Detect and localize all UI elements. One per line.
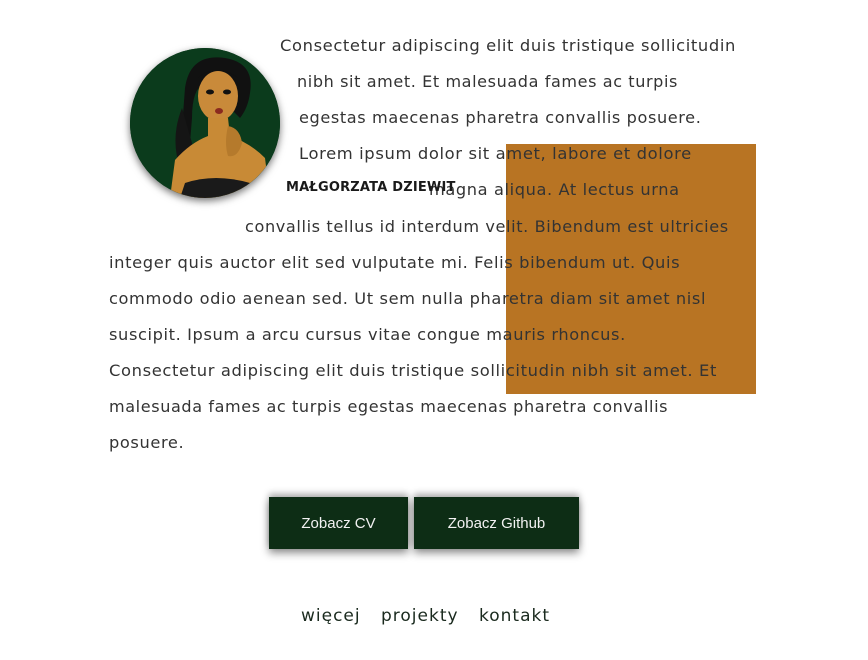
view-github-button[interactable]: Zobacz Github <box>414 497 579 549</box>
portrait-illustration-icon <box>130 48 280 198</box>
nav-link-more[interactable]: więcej <box>301 606 361 626</box>
bio-line-2: nibh sit amet. Et malesuada fames ac tur… <box>297 72 678 91</box>
author-name: Małgorzata Dziewit <box>286 180 456 195</box>
bio-line-7: integer quis auctor elit sed vulputate m… <box>109 253 681 272</box>
bio-line-1: Consectetur adipiscing elit duis tristiq… <box>280 36 736 55</box>
bio-line-5: magna aliqua. At lectus urna <box>429 180 680 199</box>
nav-link-contact[interactable]: kontakt <box>479 606 550 626</box>
bio-line-9: suscipit. Ipsum a arcu cursus vitae cong… <box>109 325 626 344</box>
avatar <box>130 48 280 198</box>
bio-line-11: malesuada fames ac turpis egestas maecen… <box>109 397 669 416</box>
bio-line-3: egestas maecenas pharetra convallis posu… <box>299 108 702 127</box>
bio-line-8: commodo odio aenean sed. Ut sem nulla ph… <box>109 289 707 308</box>
bio-line-12: posuere. <box>109 433 185 452</box>
nav-link-projects[interactable]: projekty <box>381 606 459 626</box>
bio-line-6: convallis tellus id interdum velit. Bibe… <box>245 217 729 236</box>
bio-line-10: Consectetur adipiscing elit duis tristiq… <box>109 361 718 380</box>
bio-line-4: Lorem ipsum dolor sit amet, labore et do… <box>299 144 692 163</box>
view-cv-button[interactable]: Zobacz CV <box>269 497 408 549</box>
